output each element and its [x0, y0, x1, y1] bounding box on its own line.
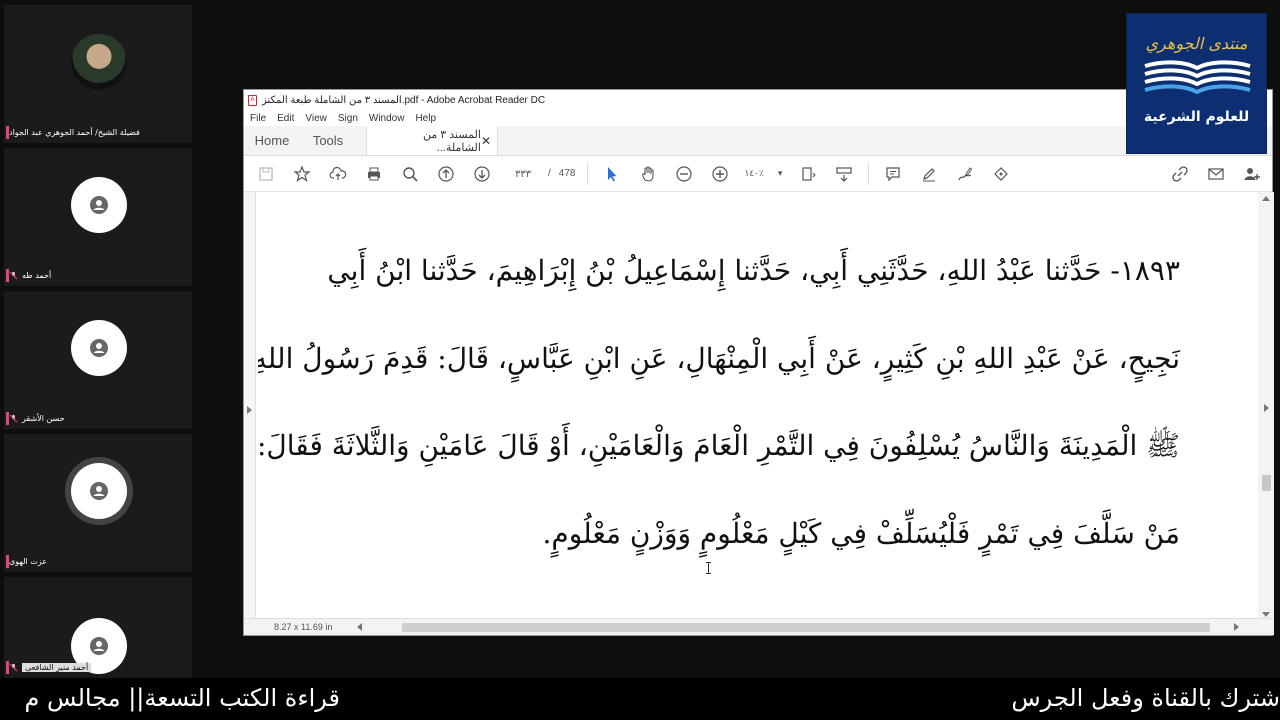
page-total: 478 — [558, 168, 576, 179]
logo-title: منتدى الجوهري — [1145, 34, 1248, 53]
window-title: المسند ٣ من الشاملة طبعة المكنز.pdf - Ad… — [262, 94, 546, 106]
logo-subtitle: للعلوم الشرعية — [1143, 109, 1250, 125]
zoom-value: ١٤٠٪ — [744, 168, 764, 179]
pdf-page[interactable]: ١٨٩٣- حَدَّثنا عَبْدُ اللهِ، حَدَّثَنِي … — [258, 192, 1256, 620]
toolbar-divider — [868, 162, 870, 185]
chevron-down-icon: ▾ — [777, 168, 783, 179]
participant-tile[interactable]: أحمد طه — [4, 148, 192, 286]
menu-window[interactable]: Window — [369, 113, 405, 124]
ticker-text-left: قراءة الكتب التسعة|| مجالس م — [24, 684, 340, 712]
scroll-down-icon[interactable] — [1262, 612, 1270, 617]
toolbar-divider — [587, 162, 589, 185]
scroll-right-icon[interactable] — [1234, 623, 1239, 631]
participant-name: فضيلة الشيخ/ أحمد الجوهري عبد الجواد — [9, 127, 140, 137]
pdf-app-icon: A — [248, 94, 257, 106]
screen: فضيلة الشيخ/ أحمد الجوهري عبد الجواد أحم… — [0, 0, 1280, 720]
hand-tool-icon[interactable] — [636, 162, 660, 186]
tab-document[interactable]: المسند ٣ من الشاملة... ✕ — [366, 126, 498, 155]
participant-name-row: أحمد منير الشافعى — [9, 660, 186, 674]
text-cursor-icon — [706, 562, 711, 574]
status-bar: 8.27 x 11.69 in — [244, 618, 1274, 635]
document-text-line: ١٨٩٣- حَدَّثنا عَبْدُ اللهِ، حَدَّثَنِي … — [327, 254, 1180, 287]
tab-home[interactable]: Home — [244, 126, 300, 155]
user-icon — [71, 463, 127, 519]
menu-view[interactable]: View — [305, 113, 327, 124]
scroll-left-icon[interactable] — [357, 623, 362, 631]
menu-file[interactable]: File — [250, 113, 266, 124]
zoom-out-icon[interactable] — [672, 162, 696, 186]
news-ticker: قراءة الكتب التسعة|| مجالس م شترك بالقنا… — [0, 678, 1280, 720]
scroll-mode-icon[interactable] — [832, 162, 856, 186]
page-size-label: 8.27 x 11.69 in — [274, 622, 333, 632]
menu-bar: File Edit View Sign Window Help — [244, 110, 1272, 126]
participant-tile[interactable]: فضيلة الشيخ/ أحمد الجوهري عبد الجواد — [4, 5, 192, 143]
acrobat-window: A المسند ٣ من الشاملة طبعة المكنز.pdf - … — [243, 89, 1274, 636]
document-text-line: ﷺ الْمَدِينَةَ وَالنَّاسُ يُسْلِفُونَ فِ… — [258, 429, 1180, 462]
participant-name: حسن الأشقر — [22, 413, 65, 423]
draw-sign-icon[interactable] — [953, 162, 977, 186]
horizontal-scroll-thumb[interactable] — [402, 623, 1210, 632]
menu-help[interactable]: Help — [415, 113, 436, 124]
page-separator: / — [548, 168, 551, 179]
zoom-in-icon[interactable] — [708, 162, 732, 186]
tab-tools[interactable]: Tools — [300, 126, 356, 155]
prev-page-icon[interactable] — [434, 162, 458, 186]
expand-arrow-icon — [247, 406, 252, 414]
participant-photo — [71, 34, 127, 90]
toolbar-right-group — [1168, 162, 1264, 186]
channel-logo: منتدى الجوهري للعلوم الشرعية — [1126, 13, 1267, 154]
page-number-input[interactable]: ٣٣٣ — [506, 164, 540, 183]
user-icon — [71, 320, 127, 376]
mic-muted-icon — [9, 414, 18, 422]
toolbar: ٣٣٣ / 478 ١٤٠٪ ▾ — [244, 156, 1272, 192]
left-panel-toggle[interactable] — [244, 192, 256, 620]
select-cursor-icon[interactable] — [600, 162, 624, 186]
user-icon — [71, 177, 127, 233]
zoom-search-icon[interactable] — [398, 162, 422, 186]
page-navigator: ٣٣٣ / 478 — [506, 164, 576, 183]
comment-icon[interactable] — [881, 162, 905, 186]
upload-cloud-icon[interactable] — [326, 162, 350, 186]
open-book-icon — [1144, 60, 1251, 95]
fill-sign-icon[interactable] — [989, 162, 1013, 186]
mic-muted-icon — [9, 271, 18, 279]
scroll-thumb[interactable] — [1262, 475, 1271, 491]
right-panel-arrow-icon[interactable] — [1264, 404, 1269, 412]
highlight-pen-icon[interactable] — [917, 162, 941, 186]
add-user-icon[interactable] — [1240, 162, 1264, 186]
zoom-dropdown[interactable]: ١٤٠٪ ▾ — [744, 169, 782, 179]
participant-name: أحمد طه — [22, 270, 52, 280]
share-link-icon[interactable] — [1168, 162, 1192, 186]
close-tab-icon[interactable]: ✕ — [481, 134, 491, 148]
vertical-scrollbar[interactable] — [1258, 192, 1274, 620]
participant-name: أحمد منير الشافعى — [22, 662, 92, 672]
document-viewport[interactable]: ١٨٩٣- حَدَّثنا عَبْدُ اللهِ، حَدَّثَنِي … — [244, 192, 1274, 620]
ticker-text-right: شترك بالقناة وفعل الجرس — [1011, 684, 1280, 712]
participant-tile[interactable]: حسن الأشقر — [4, 291, 192, 429]
menu-edit[interactable]: Edit — [277, 113, 294, 124]
fit-page-icon[interactable] — [796, 162, 820, 186]
print-icon[interactable] — [362, 162, 386, 186]
save-icon[interactable] — [254, 162, 278, 186]
participant-name-row: عزت الهوى — [9, 554, 186, 568]
window-titlebar[interactable]: A المسند ٣ من الشاملة طبعة المكنز.pdf - … — [244, 90, 1272, 110]
participant-name-row: حسن الأشقر — [9, 411, 186, 425]
scroll-up-icon[interactable] — [1262, 196, 1270, 201]
star-icon[interactable] — [290, 162, 314, 186]
participant-tile[interactable]: عزت الهوى — [4, 434, 192, 572]
participants-panel: فضيلة الشيخ/ أحمد الجوهري عبد الجواد أحم… — [0, 0, 195, 678]
next-page-icon[interactable] — [470, 162, 494, 186]
participant-name: عزت الهوى — [9, 556, 48, 566]
email-icon[interactable] — [1204, 162, 1228, 186]
tab-document-label: المسند ٣ من الشاملة... — [422, 128, 481, 154]
participant-tile[interactable]: أحمد منير الشافعى — [4, 577, 192, 678]
menu-sign[interactable]: Sign — [338, 113, 358, 124]
mic-muted-icon — [9, 663, 18, 671]
document-text-line: مَنْ سَلَّفَ فِي تَمْرٍ فَلْيُسَلِّفْ فِ… — [542, 517, 1180, 550]
participant-name-row: فضيلة الشيخ/ أحمد الجوهري عبد الجواد — [9, 125, 186, 139]
participant-name-row: أحمد طه — [9, 268, 186, 282]
tab-bar: Home Tools المسند ٣ من الشاملة... ✕ — [244, 126, 1272, 156]
document-text-line: نَجِيحٍ، عَنْ عَبْدِ اللهِ بْنِ كَثِيرٍ،… — [258, 342, 1180, 375]
